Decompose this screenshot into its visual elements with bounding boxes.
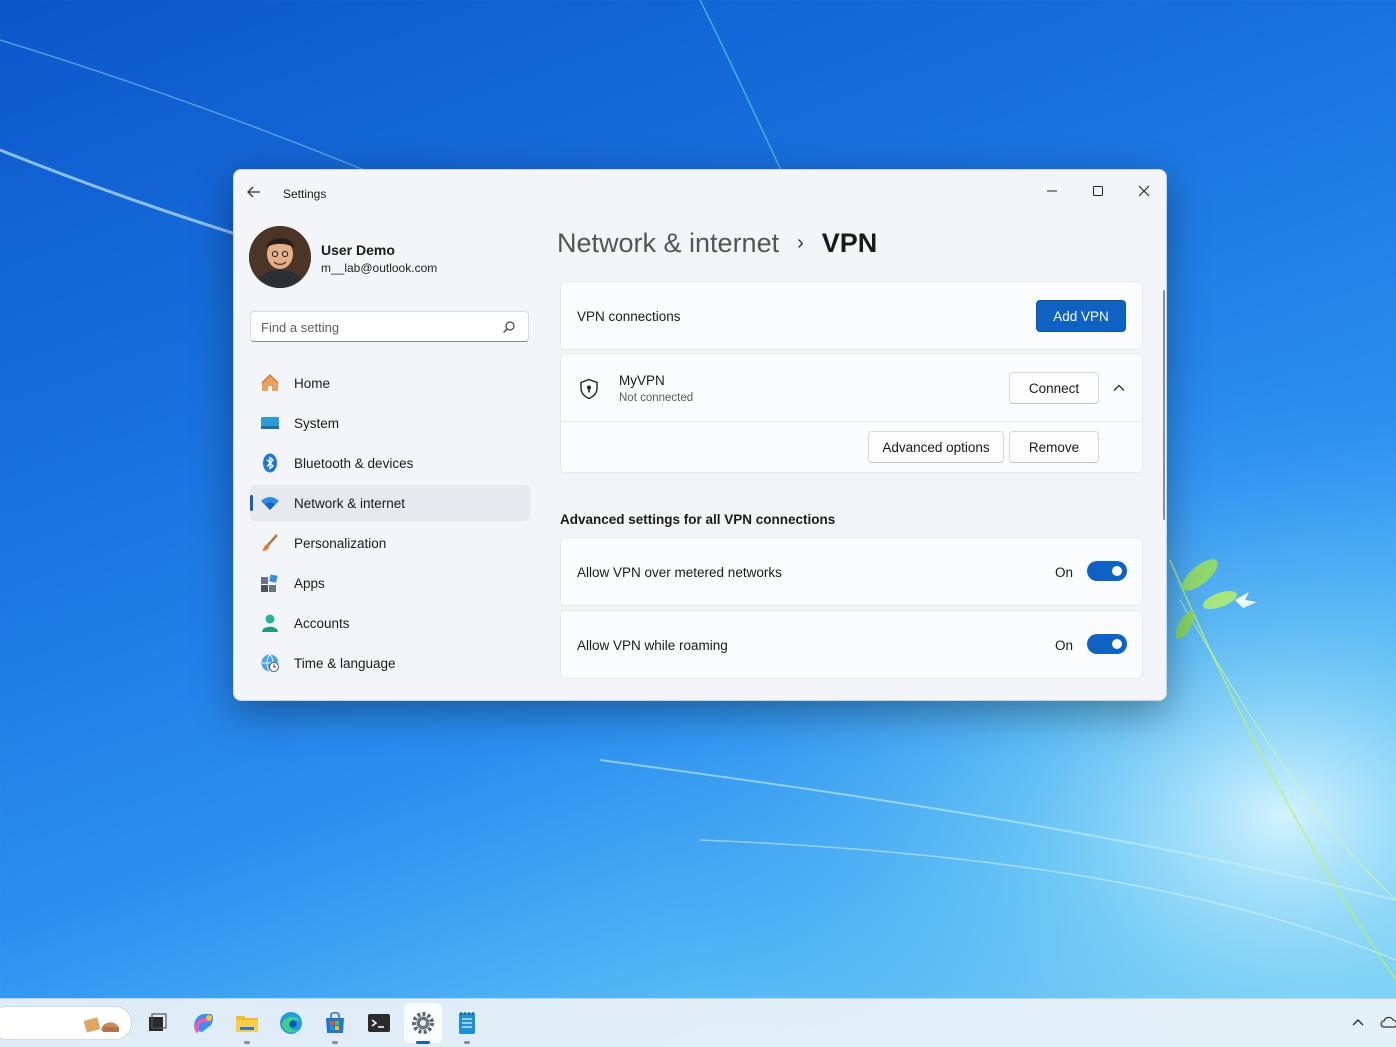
vpn-shield-icon [579,378,599,400]
sidebar-item-system[interactable]: System [250,405,530,441]
sidebar-item-network[interactable]: Network & internet [250,485,530,521]
vpn-status: Not connected [619,392,694,404]
toggle-state-text: On [1055,565,1074,580]
sidebar-item-apps[interactable]: Apps [250,565,530,601]
brush-icon [260,533,280,553]
page-title: VPN [821,228,878,258]
avatar[interactable] [249,226,311,288]
search-input[interactable]: Find a setting [250,311,529,342]
setting-label: Allow VPN while roaming [577,638,728,653]
bluetooth-icon [260,453,280,473]
chevron-right-icon: › [797,232,804,254]
sidebar-item-label: System [294,415,340,431]
accounts-icon [260,613,280,633]
maximize-icon[interactable] [1075,176,1121,206]
task-view-icon[interactable] [142,1008,172,1038]
add-vpn-button[interactable]: Add VPN [1036,300,1126,332]
sidebar-item-personalization[interactable]: Personalization [250,525,530,561]
section-title: Advanced settings for all VPN connection… [560,512,836,527]
setting-roaming: Allow VPN while roaming On [560,610,1143,679]
setting-metered-networks: Allow VPN over metered networks On [560,537,1143,606]
taskbar-search-box[interactable] [0,1006,132,1040]
back-arrow-icon[interactable] [246,184,268,204]
copilot-icon[interactable] [188,1008,218,1038]
search-placeholder: Find a setting [261,320,340,335]
user-name: User Demo [321,242,395,258]
metered-networks-toggle[interactable] [1087,561,1127,581]
minimize-icon[interactable] [1029,176,1075,206]
setting-label: Allow VPN over metered networks [577,565,782,580]
taskbar [0,998,1396,1047]
app-title: Settings [283,187,327,201]
connect-button[interactable]: Connect [1009,372,1099,404]
chevron-up-icon[interactable] [1350,1015,1366,1031]
globe-clock-icon [260,653,280,673]
close-icon[interactable] [1121,176,1166,206]
running-indicator [332,1041,338,1044]
apps-icon [260,573,280,593]
vpn-name: MyVPN [619,373,665,388]
title-bar: Settings [234,170,1166,216]
sidebar-item-label: Accounts [294,615,350,631]
home-icon [260,373,280,393]
sidebar-item-accounts[interactable]: Accounts [250,605,530,641]
search-icon [502,320,516,334]
toggle-state-text: On [1055,638,1074,653]
onedrive-icon[interactable] [1380,1014,1396,1030]
file-explorer-icon[interactable] [232,1008,262,1038]
notepad-icon[interactable] [452,1008,482,1038]
chevron-up-icon[interactable] [1109,378,1129,398]
sidebar-item-time-language[interactable]: Time & language [250,645,530,681]
terminal-icon[interactable] [364,1008,394,1038]
divider [561,421,1142,422]
user-email: m__lab@outlook.com [321,261,438,275]
settings-icon[interactable] [408,1008,438,1038]
breadcrumb: Network & internet › VPN [557,228,877,259]
vpn-connections-label: VPN connections [577,309,681,324]
sidebar-item-label: Home [294,375,331,391]
store-icon[interactable] [320,1008,350,1038]
sidebar-item-label: Personalization [294,535,387,551]
running-indicator [244,1041,250,1044]
sidebar-item-bluetooth[interactable]: Bluetooth & devices [250,445,530,481]
breadcrumb-parent[interactable]: Network & internet [557,228,779,259]
roaming-toggle[interactable] [1087,634,1127,654]
settings-window: Settings User Demo m__lab@outlook.com Fi… [233,169,1167,701]
sidebar-item-label: Time & language [294,655,396,671]
search-highlight-icon [83,1013,123,1040]
vpn-entry-card: MyVPN Not connected Connect Advanced opt… [560,353,1143,473]
sidebar-item-label: Bluetooth & devices [294,455,414,471]
sidebar-item-label: Network & internet [294,495,406,511]
edge-icon[interactable] [276,1008,306,1038]
wifi-icon [260,493,280,513]
remove-button[interactable]: Remove [1009,431,1099,463]
running-indicator [464,1041,470,1044]
system-icon [260,413,280,433]
active-app-indicator [416,1041,430,1044]
vpn-connections-card: VPN connections Add VPN [560,281,1143,350]
sidebar-nav: Home System Bluetooth & devices Network … [250,365,530,685]
advanced-options-button[interactable]: Advanced options [868,431,1004,463]
sidebar-item-home[interactable]: Home [250,365,530,401]
sidebar-item-label: Apps [294,575,325,591]
scrollbar[interactable] [1163,290,1165,520]
